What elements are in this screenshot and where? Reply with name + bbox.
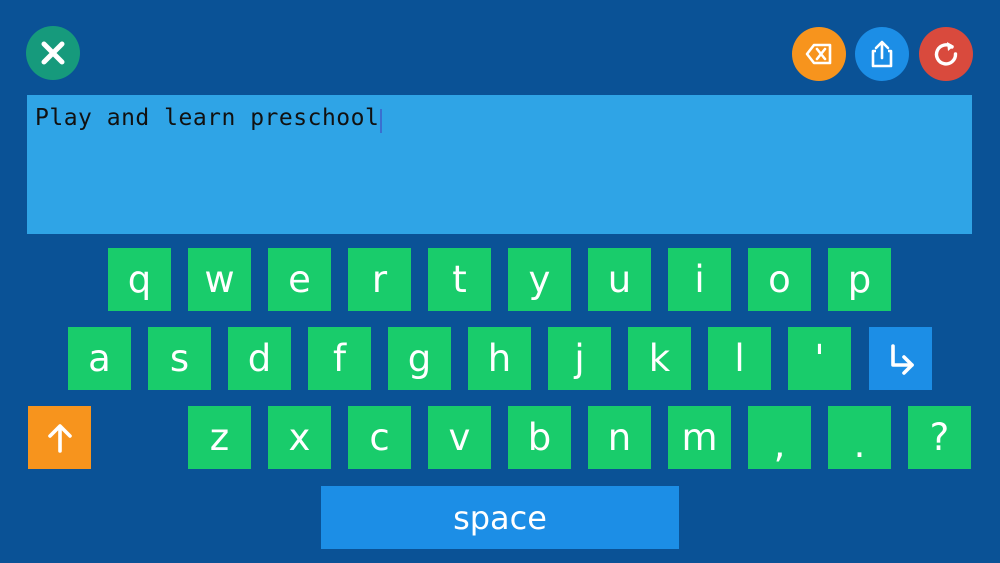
text-input-area[interactable]: Play and learn preschool xyxy=(27,95,972,234)
key-b[interactable]: b xyxy=(508,406,571,469)
key-label: w xyxy=(204,258,235,301)
key-label: ' xyxy=(814,337,825,380)
key-r[interactable]: r xyxy=(348,248,411,311)
key-j[interactable]: j xyxy=(548,327,611,390)
key-label: u xyxy=(607,258,632,301)
backspace-button[interactable] xyxy=(792,27,846,81)
key-question-mark[interactable]: ? xyxy=(908,406,971,469)
key-label: a xyxy=(88,337,111,380)
key-x[interactable]: x xyxy=(268,406,331,469)
key-g[interactable]: g xyxy=(388,327,451,390)
text-caret xyxy=(380,108,383,133)
key-w[interactable]: w xyxy=(188,248,251,311)
shift-arrow-icon xyxy=(47,423,72,453)
key-label: x xyxy=(288,416,311,459)
return-arrow-icon xyxy=(890,343,914,375)
key-y[interactable]: y xyxy=(508,248,571,311)
key-label: i xyxy=(694,258,705,301)
key-label: h xyxy=(487,337,512,380)
key-l[interactable]: l xyxy=(708,327,771,390)
key-t[interactable]: t xyxy=(428,248,491,311)
key-m[interactable]: m xyxy=(668,406,731,469)
key-label: d xyxy=(247,337,272,380)
close-icon xyxy=(41,41,65,65)
key-label: f xyxy=(332,337,347,380)
key-label: k xyxy=(648,337,671,380)
key-e[interactable]: e xyxy=(268,248,331,311)
key-label: y xyxy=(528,258,551,301)
shift-key[interactable] xyxy=(28,406,91,469)
key-label: l xyxy=(734,337,745,380)
key-label: j xyxy=(574,337,585,380)
backspace-icon xyxy=(805,43,832,65)
reset-icon xyxy=(934,42,958,66)
key-label: c xyxy=(369,416,390,459)
key-h[interactable]: h xyxy=(468,327,531,390)
key-label: , xyxy=(773,423,786,466)
typed-text: Play and learn preschool xyxy=(35,105,380,131)
key-label: t xyxy=(452,258,467,301)
space-key-label: space xyxy=(453,498,547,537)
key-i[interactable]: i xyxy=(668,248,731,311)
close-button[interactable] xyxy=(26,26,80,80)
space-key[interactable]: space xyxy=(321,486,679,549)
enter-key[interactable] xyxy=(869,327,932,390)
key-a[interactable]: a xyxy=(68,327,131,390)
key-label: q xyxy=(127,258,152,301)
key-o[interactable]: o xyxy=(748,248,811,311)
key-label: b xyxy=(527,416,552,459)
key-q[interactable]: q xyxy=(108,248,171,311)
key-apostrophe[interactable]: ' xyxy=(788,327,851,390)
key-f[interactable]: f xyxy=(308,327,371,390)
key-label: p xyxy=(847,258,872,301)
key-k[interactable]: k xyxy=(628,327,691,390)
key-label: m xyxy=(681,416,718,459)
key-label: v xyxy=(448,416,471,459)
key-s[interactable]: s xyxy=(148,327,211,390)
key-c[interactable]: c xyxy=(348,406,411,469)
key-label: ? xyxy=(929,416,950,459)
key-d[interactable]: d xyxy=(228,327,291,390)
key-label: e xyxy=(288,258,311,301)
key-label: s xyxy=(169,337,190,380)
key-v[interactable]: v xyxy=(428,406,491,469)
key-label: z xyxy=(209,416,230,459)
key-label: n xyxy=(607,416,632,459)
key-comma[interactable]: , xyxy=(748,406,811,469)
share-icon xyxy=(871,40,893,68)
key-z[interactable]: z xyxy=(188,406,251,469)
reset-button[interactable] xyxy=(919,27,973,81)
share-button[interactable] xyxy=(855,27,909,81)
key-label: . xyxy=(853,423,866,466)
key-u[interactable]: u xyxy=(588,248,651,311)
key-label: g xyxy=(407,337,432,380)
key-period[interactable]: . xyxy=(828,406,891,469)
key-p[interactable]: p xyxy=(828,248,891,311)
key-label: o xyxy=(768,258,791,301)
key-n[interactable]: n xyxy=(588,406,651,469)
key-label: r xyxy=(371,258,388,301)
